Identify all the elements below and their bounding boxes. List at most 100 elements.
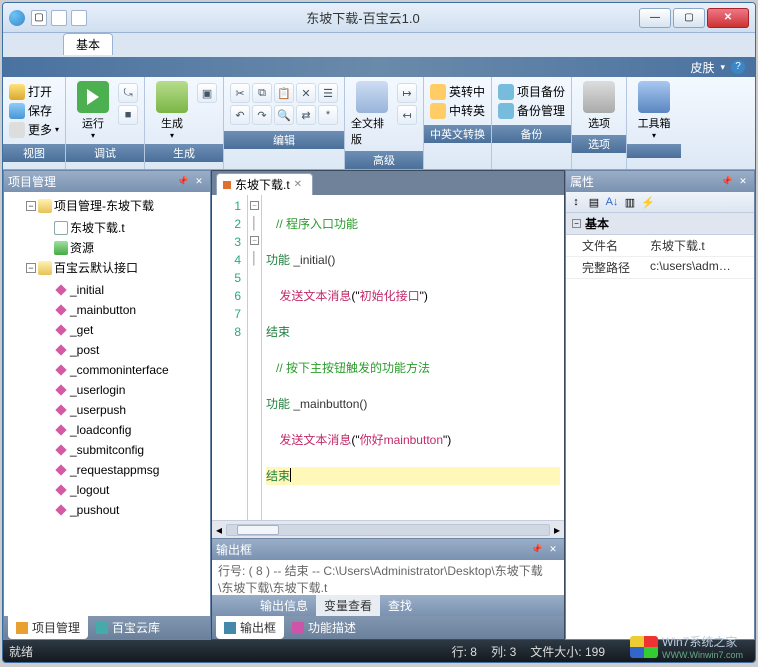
pin-icon[interactable]: 📌	[530, 544, 544, 556]
ribbon-tab-basic[interactable]: 基本	[63, 33, 113, 55]
tab-func-desc[interactable]: 功能描述	[284, 616, 364, 639]
tree-iface-root[interactable]: −百宝云默认接口 _initial_mainbutton_get_post_co…	[24, 258, 206, 520]
pin-icon[interactable]: 📌	[176, 176, 190, 188]
fold-column[interactable]: −│−│	[248, 195, 262, 520]
tree-resource[interactable]: 资源	[40, 238, 206, 258]
goto-icon[interactable]: *	[318, 105, 338, 125]
typeset-button[interactable]: 全文排版	[351, 81, 393, 147]
tree-func[interactable]: _logout	[40, 480, 206, 500]
prop-section[interactable]: −基本	[566, 213, 754, 235]
qat-open[interactable]	[51, 10, 67, 26]
more-button[interactable]: 更多▾	[9, 121, 59, 138]
toolbox-icon	[638, 81, 670, 113]
copy-icon[interactable]: ⧉	[252, 83, 272, 103]
editor-hscrollbar[interactable]: ◂▸	[212, 520, 564, 538]
tree-func[interactable]: _requestappmsg	[40, 460, 206, 480]
watermark-logo-icon	[630, 636, 658, 658]
close-panel-icon[interactable]: ✕	[192, 176, 206, 188]
skin-label[interactable]: 皮肤	[690, 59, 714, 76]
backup-manage-button[interactable]: 备份管理	[498, 102, 565, 119]
help-icon[interactable]: ?	[731, 60, 745, 74]
tree-func[interactable]: _commoninterface	[40, 360, 206, 380]
skin-dropdown-icon[interactable]: ▾	[720, 62, 725, 73]
tree-func[interactable]: _get	[40, 320, 206, 340]
close-button[interactable]: ✕	[707, 8, 749, 28]
tab-output[interactable]: 输出框	[216, 616, 284, 639]
build-button[interactable]: 生成▾	[151, 81, 193, 140]
prop-filename[interactable]: 文件名东坡下载.t	[566, 235, 754, 257]
output-body[interactable]: 行号: ( 8 ) -- 结束 -- C:\Users\Administrato…	[212, 560, 564, 595]
app-icon	[9, 10, 25, 26]
tree-func[interactable]: _post	[40, 340, 206, 360]
code-body[interactable]: // 程序入口功能 功能 _initial() 发送文本消息("初始化接口") …	[262, 195, 564, 520]
toolbox-button[interactable]: 工具箱▾	[633, 81, 675, 140]
redo-icon[interactable]: ↷	[252, 105, 272, 125]
tree-func[interactable]: _submitconfig	[40, 440, 206, 460]
statusbar: 就绪 行: 8 列: 3 文件大小: 199 Win7系统之家WWW.Winwi…	[3, 640, 755, 662]
qat-save[interactable]	[71, 10, 87, 26]
typeset-icon	[356, 81, 388, 113]
output-tab-info[interactable]: 输出信息	[252, 595, 316, 616]
build-icon	[156, 81, 188, 113]
tree-func[interactable]: _mainbutton	[40, 300, 206, 320]
cn-to-en-button[interactable]: 中转英	[430, 102, 485, 119]
options-button[interactable]: 选项	[578, 81, 620, 131]
tree-func[interactable]: _pushout	[40, 500, 206, 520]
line-gutter: 12345678	[212, 195, 248, 520]
tab-project-manage[interactable]: 项目管理	[8, 616, 88, 639]
tree-func[interactable]: _initial	[40, 280, 206, 300]
debug-stop-icon[interactable]: ■	[118, 105, 138, 125]
en-to-cn-button[interactable]: 英转中	[430, 83, 485, 100]
alpha-icon[interactable]: A↓	[604, 194, 620, 210]
maximize-button[interactable]: ▢	[673, 8, 705, 28]
cut-icon[interactable]: ✂	[230, 83, 250, 103]
debug-step-icon[interactable]: ⤿	[118, 83, 138, 103]
project-tree[interactable]: −项目管理-东坡下载 东坡下载.t 资源 −百宝云默认接口 _initial_m…	[4, 192, 210, 616]
indent-icon[interactable]: ↦	[397, 83, 417, 103]
outdent-icon[interactable]: ↤	[397, 105, 417, 125]
ribbon-group-toolbox	[627, 144, 681, 158]
ribbon-group-build: 生成	[145, 144, 223, 162]
tab-cloud-lib[interactable]: 百宝云库	[88, 616, 168, 639]
left-bottom-tabs: 项目管理 百宝云库	[4, 616, 210, 639]
open-button[interactable]: 打开	[9, 83, 59, 100]
editor-tab[interactable]: 东坡下载.t✕	[216, 173, 313, 195]
close-panel-icon[interactable]: ✕	[736, 176, 750, 188]
status-ready: 就绪	[9, 643, 33, 660]
bookmark-icon[interactable]: ☰	[318, 83, 338, 103]
output-tab-vars[interactable]: 变量查看	[316, 595, 380, 616]
paste-icon[interactable]: 📋	[274, 83, 294, 103]
output-tab-find[interactable]: 查找	[380, 595, 420, 616]
save-button[interactable]: 保存	[9, 102, 59, 119]
replace-icon[interactable]: ⇄	[296, 105, 316, 125]
project-backup-button[interactable]: 项目备份	[498, 83, 565, 100]
watermark: Win7系统之家WWW.Winwin7.com	[630, 633, 743, 660]
prop-fullpath[interactable]: 完整路径c:\users\adm…	[566, 257, 754, 279]
editor-area: 东坡下载.t✕ 12345678 −│−│ // 程序入口功能 功能 _init…	[211, 170, 565, 640]
ribbon-group-debug: 调试	[66, 144, 144, 162]
run-button[interactable]: 运行▾	[72, 81, 114, 140]
pin-icon[interactable]: 📌	[720, 176, 734, 188]
tree-func[interactable]: _userlogin	[40, 380, 206, 400]
sort-icon[interactable]: ↕	[568, 194, 584, 210]
find-icon[interactable]: 🔍	[274, 105, 294, 125]
ribbon-group-advanced: 高级	[345, 151, 423, 169]
close-tab-icon[interactable]: ✕	[294, 179, 302, 190]
backup-manage-icon	[498, 103, 514, 119]
tree-root[interactable]: −项目管理-东坡下载 东坡下载.t 资源	[24, 196, 206, 258]
ribbon: 打开 保存 更多▾ 视图 运行▾ ⤿ ■ 调试 生成▾ ▣ 生成 ✂ ⧉	[3, 77, 755, 170]
status-col: 列: 3	[491, 643, 516, 660]
tree-file[interactable]: 东坡下载.t	[40, 218, 206, 238]
tree-func[interactable]: _userpush	[40, 400, 206, 420]
build-clean-icon[interactable]: ▣	[197, 83, 217, 103]
tree-func[interactable]: _loadconfig	[40, 420, 206, 440]
list-icon[interactable]: ▥	[622, 194, 638, 210]
qat-new[interactable]: ▢	[31, 10, 47, 26]
code-editor[interactable]: 12345678 −│−│ // 程序入口功能 功能 _initial() 发送…	[212, 195, 564, 520]
category-icon[interactable]: ▤	[586, 194, 602, 210]
flash-icon[interactable]: ⚡	[640, 194, 656, 210]
delete-icon[interactable]: ✕	[296, 83, 316, 103]
minimize-button[interactable]: —	[639, 8, 671, 28]
close-panel-icon[interactable]: ✕	[546, 544, 560, 556]
undo-icon[interactable]: ↶	[230, 105, 250, 125]
